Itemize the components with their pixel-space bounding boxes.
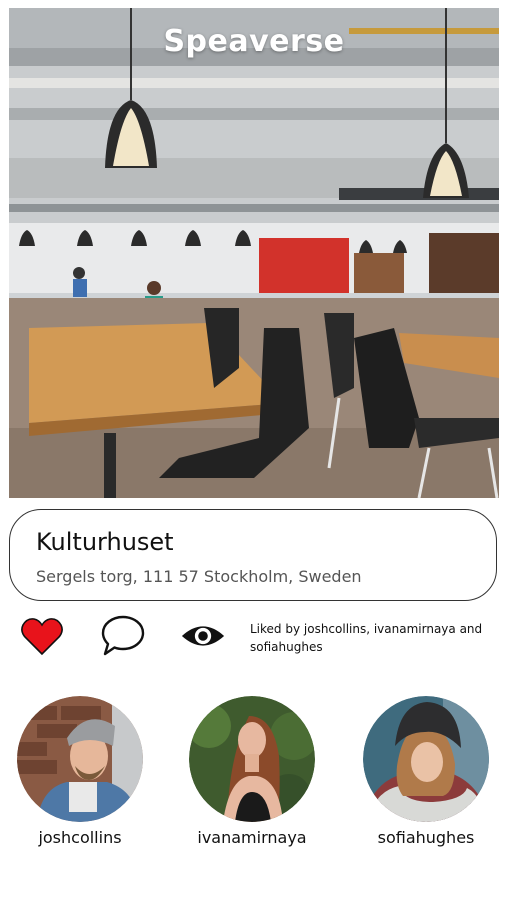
like-button[interactable] bbox=[19, 614, 65, 658]
cafe-interior-image bbox=[9, 8, 499, 498]
heart-icon bbox=[21, 618, 63, 656]
avatar bbox=[17, 696, 143, 822]
avatar bbox=[363, 696, 489, 822]
user-sofiahughes[interactable]: sofiahughes bbox=[362, 696, 490, 847]
place-address: Sergels torg, 111 57 Stockholm, Sweden bbox=[36, 567, 362, 586]
eye-icon bbox=[181, 626, 225, 646]
liked-by-text: Liked by joshcollins, ivanamirnaya and s… bbox=[250, 622, 483, 654]
view-button[interactable] bbox=[180, 614, 226, 658]
avatar bbox=[189, 696, 315, 822]
user-joshcollins[interactable]: joshcollins bbox=[16, 696, 144, 847]
place-name: Kulturhuset bbox=[36, 528, 174, 556]
app-title: Speaverse bbox=[163, 24, 345, 59]
username: ivanamirnaya bbox=[197, 828, 307, 847]
comment-icon bbox=[101, 615, 145, 656]
username: joshcollins bbox=[38, 828, 122, 847]
comment-button[interactable] bbox=[100, 614, 146, 658]
username: sofiahughes bbox=[377, 828, 475, 847]
place-info-card[interactable]: Kulturhuset Sergels torg, 111 57 Stockho… bbox=[9, 509, 497, 601]
user-ivanamirnaya[interactable]: ivanamirnaya bbox=[188, 696, 316, 847]
place-photo: Speaverse bbox=[9, 8, 499, 498]
